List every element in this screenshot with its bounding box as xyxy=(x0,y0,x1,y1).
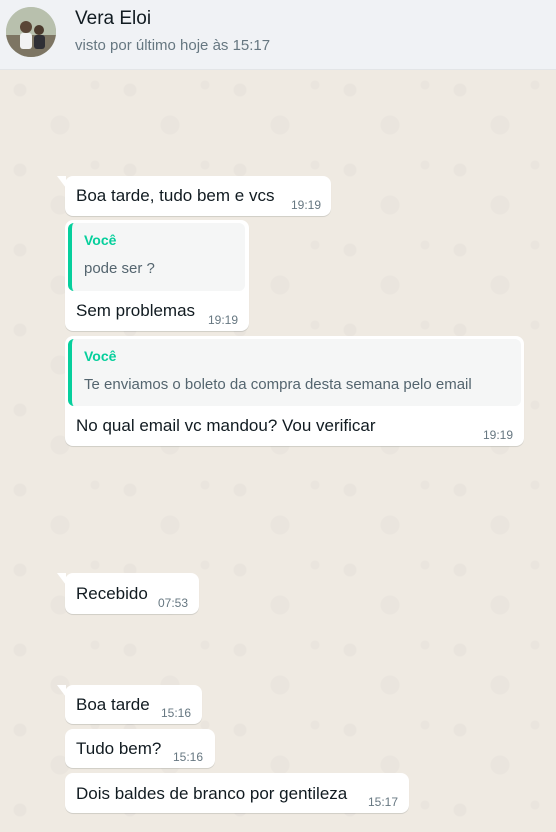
message-text: No qual email vc mandou? Vou verificar xyxy=(76,416,376,435)
message-list[interactable]: Boa tarde, tudo bem e vcs 19:19 Você pod… xyxy=(0,70,556,832)
chat-header[interactable]: Vera Eloi visto por último hoje às 15:17 xyxy=(0,0,556,70)
quote-text: pode ser ? xyxy=(84,260,155,277)
message-text: Boa tarde xyxy=(76,695,150,714)
contact-avatar[interactable] xyxy=(6,7,56,57)
message-text: Boa tarde, tudo bem e vcs xyxy=(76,186,275,205)
quote-author: Você xyxy=(84,232,117,248)
message-text: Dois baldes de branco por gentileza xyxy=(76,784,348,803)
last-seen-status: visto por último hoje às 15:17 xyxy=(75,37,271,54)
message-text: Sem problemas xyxy=(76,301,196,320)
message-time: 07:53 xyxy=(158,596,189,610)
quote-author: Você xyxy=(84,348,117,364)
message-bubble[interactable]: Recebido 07:53 xyxy=(57,573,199,614)
message-text: Recebido xyxy=(76,584,148,603)
message-bubble[interactable]: Boa tarde 15:16 xyxy=(57,685,202,724)
quoted-message[interactable]: Você Te enviamos o boleto da compra dest… xyxy=(68,339,521,406)
quoted-message[interactable]: Você pode ser ? xyxy=(68,223,245,291)
message-time: 15:16 xyxy=(161,706,192,720)
message-time: 19:19 xyxy=(483,428,514,442)
avatar-photo-icon xyxy=(6,7,56,57)
contact-name[interactable]: Vera Eloi xyxy=(75,8,151,30)
message-time: 15:17 xyxy=(368,795,399,809)
message-bubble[interactable]: Dois baldes de branco por gentileza 15:1… xyxy=(65,773,409,813)
message-bubble[interactable]: Tudo bem? 15:16 xyxy=(65,729,215,768)
message-time: 19:19 xyxy=(208,313,239,327)
message-bubble[interactable]: Você Te enviamos o boleto da compra dest… xyxy=(65,336,524,446)
message-bubble[interactable]: Você pode ser ? Sem problemas 19:19 xyxy=(65,220,249,331)
message-time: 15:16 xyxy=(173,750,204,764)
message-bubble[interactable]: Boa tarde, tudo bem e vcs 19:19 xyxy=(57,176,331,216)
message-time: 19:19 xyxy=(291,198,322,212)
message-text: Tudo bem? xyxy=(76,739,162,758)
quote-text: Te enviamos o boleto da compra desta sem… xyxy=(84,376,472,393)
